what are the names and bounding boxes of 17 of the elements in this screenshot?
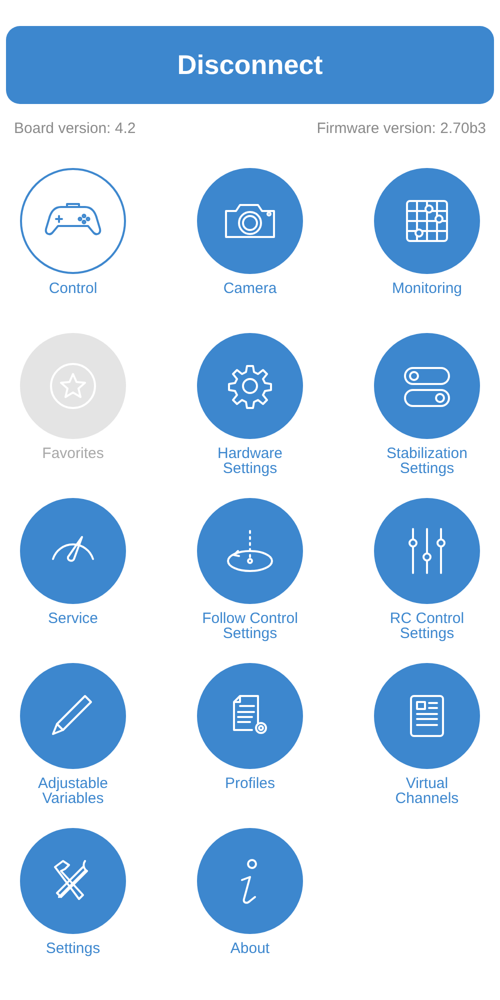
menu-label: Follow Control Settings bbox=[202, 610, 298, 640]
menu-label: Service bbox=[48, 610, 98, 626]
menu-label: Stabilization Settings bbox=[386, 446, 468, 476]
menu-label: RC Control Settings bbox=[390, 610, 464, 640]
menu-label: Hardware Settings bbox=[217, 446, 283, 476]
board-version: Board version: 4.2 bbox=[14, 119, 136, 139]
menu-label: Favorites bbox=[42, 446, 104, 460]
disconnect-button[interactable]: Disconnect bbox=[6, 26, 494, 104]
menu-label: Adjustable Variables bbox=[38, 776, 108, 806]
menu-label: Settings bbox=[46, 940, 100, 956]
menu-label: Control bbox=[48, 280, 98, 296]
menu-label: Monitoring bbox=[392, 280, 462, 296]
menu-label: Camera bbox=[223, 280, 277, 296]
menu-label: About bbox=[230, 940, 270, 956]
menu-label: Profiles bbox=[224, 776, 276, 790]
menu-label: Virtual Channels bbox=[395, 776, 459, 806]
firmware-version: Firmware version: 2.70b3 bbox=[316, 119, 486, 139]
